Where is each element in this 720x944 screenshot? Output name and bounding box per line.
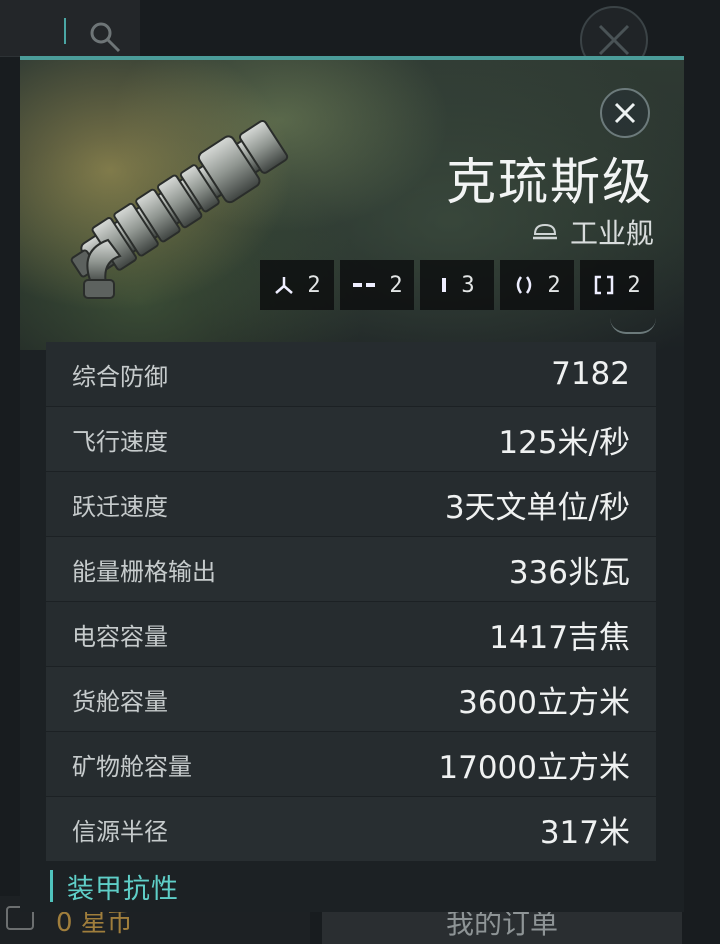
search-icon[interactable]	[88, 20, 122, 54]
drone-slot-count: 2	[627, 272, 641, 298]
rig-slot-badge: 2	[500, 260, 574, 310]
low-slot-count: 3	[461, 272, 475, 298]
table-row: 跃迁速度 3天文单位/秒	[46, 472, 656, 536]
stat-value: 7182	[551, 356, 630, 392]
ship-info-card: 克琉斯级 工业舰 2 2 3 2 2 综合防御 7182 飞行速度 125米/秒…	[20, 56, 684, 912]
mid-slot-count: 2	[389, 272, 403, 298]
table-row: 电容容量 1417吉焦	[46, 602, 656, 666]
mid-slot-icon	[353, 283, 376, 287]
close-button[interactable]	[600, 88, 650, 138]
armor-resistance-section-header: 装甲抗性	[50, 868, 179, 905]
drone-slot-icon	[595, 275, 614, 295]
close-icon	[614, 102, 636, 124]
background-search-bar[interactable]	[0, 0, 140, 57]
slot-summary: 2 2 3 2 2	[260, 260, 654, 310]
stat-label: 综合防御	[72, 362, 168, 391]
ship-hero-banner: 克琉斯级 工业舰 2 2 3 2 2	[20, 60, 684, 350]
stat-value: 125米/秒	[498, 424, 630, 461]
low-slot-badge: 3	[420, 260, 494, 310]
rig-slot-count: 2	[547, 272, 561, 298]
low-slot-icon	[442, 278, 447, 292]
stat-label: 电容容量	[72, 622, 168, 651]
stat-value: 17000立方米	[438, 749, 630, 786]
high-slot-count: 2	[307, 272, 321, 298]
stat-value: 3600立方米	[458, 684, 630, 721]
stat-label: 能量栅格输出	[72, 557, 216, 586]
search-divider	[64, 18, 66, 44]
stats-table: 综合防御 7182 飞行速度 125米/秒 跃迁速度 3天文单位/秒 能量栅格输…	[46, 342, 656, 862]
table-row: 综合防御 7182	[46, 342, 656, 406]
stat-value: 1417吉焦	[489, 619, 630, 656]
mid-slot-badge: 2	[340, 260, 414, 310]
stat-label: 货舱容量	[72, 687, 168, 716]
drone-slot-badge: 2	[580, 260, 654, 310]
high-slot-badge: 2	[260, 260, 334, 310]
slots-expand-handle[interactable]	[610, 318, 656, 334]
stat-label: 矿物舱容量	[72, 752, 192, 781]
ship-name: 克琉斯级	[446, 153, 654, 211]
industrial-ship-icon	[532, 223, 557, 240]
stat-label: 跃迁速度	[72, 492, 168, 521]
table-row: 飞行速度 125米/秒	[46, 407, 656, 471]
ship-class-label: 工业舰	[569, 217, 654, 250]
stat-value: 336兆瓦	[508, 554, 630, 591]
stat-label: 飞行速度	[72, 427, 168, 456]
table-row: 货舱容量 3600立方米	[46, 667, 656, 731]
ship-class: 工业舰	[532, 214, 654, 250]
section-accent-bar	[50, 870, 53, 902]
table-row: 信源半径 317米	[46, 797, 656, 861]
table-row: 矿物舱容量 17000立方米	[46, 732, 656, 796]
section-title: 装甲抗性	[67, 873, 179, 905]
table-row: 能量栅格输出 336兆瓦	[46, 537, 656, 601]
close-icon	[598, 24, 630, 56]
stat-value: 317米	[539, 814, 630, 851]
rig-slot-icon	[517, 276, 532, 294]
high-slot-icon	[275, 277, 294, 294]
stat-value: 3天文单位/秒	[444, 489, 630, 526]
stat-label: 信源半径	[72, 817, 168, 846]
